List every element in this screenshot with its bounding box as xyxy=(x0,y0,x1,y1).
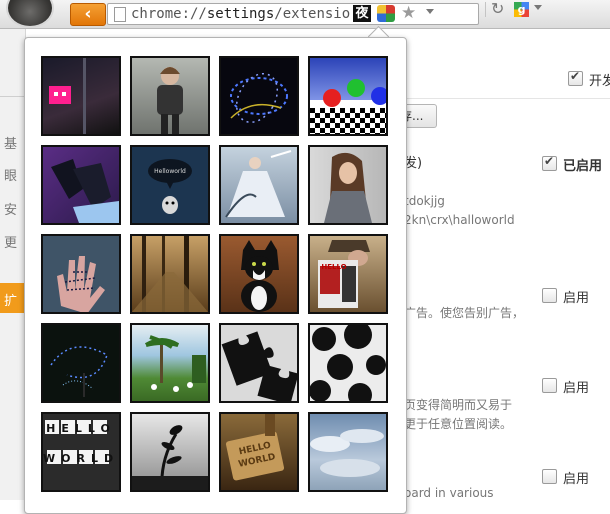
extension-description-2a: 页变得简明而又易于 xyxy=(404,398,513,412)
thumbnail-rgb-spheres[interactable] xyxy=(308,56,388,136)
extension-description-3: oard in various xyxy=(404,486,494,500)
nav-item-extensions-label: 扩 xyxy=(4,294,18,309)
profile-avatar[interactable] xyxy=(6,0,54,28)
back-button[interactable]: ‹ xyxy=(70,3,106,26)
extension-description-2b: 更于任意位置阅读。 xyxy=(404,417,513,431)
address-bar[interactable]: chrome://settings/extensior 夜 ★ xyxy=(107,3,479,25)
enable-checkbox-1[interactable] xyxy=(542,288,557,303)
enable-label-1: 启用 xyxy=(563,291,590,306)
google-search-icon[interactable]: g xyxy=(514,2,529,17)
thumbnail-speech-bubble-bird[interactable]: Helloworld xyxy=(130,145,210,225)
reload-icon[interactable]: ↻ xyxy=(491,0,504,19)
thumbnail-hello-world-stamp[interactable]: HELLO WORLD xyxy=(219,412,299,492)
keyboard-word-hello: HELLO xyxy=(46,422,116,435)
enable-label-2: 启用 xyxy=(563,381,590,396)
thumbnail-bride-fantasy[interactable] xyxy=(219,145,299,225)
bookmark-dropdown-caret-icon[interactable] xyxy=(426,9,434,14)
nav-item-extensions-active[interactable]: 扩 xyxy=(0,283,25,313)
search-engine-caret-icon[interactable] xyxy=(534,5,542,10)
url-scheme: chrome:// xyxy=(131,6,207,22)
nav-item-view[interactable]: 眼 xyxy=(4,165,17,184)
nav-item-basics[interactable]: 基 xyxy=(4,133,17,152)
extension-description-1: 广告。使您告别广告， xyxy=(404,306,525,320)
developer-mode-label: 开发 xyxy=(589,74,610,89)
thumbnail-polka-dots[interactable] xyxy=(308,323,388,403)
enable-checkbox-3[interactable] xyxy=(542,469,557,484)
developer-mode-checkbox[interactable] xyxy=(568,69,583,86)
speech-bubble-text: Helloworld xyxy=(154,168,186,175)
thumbnail-plant-silhouette[interactable] xyxy=(130,412,210,492)
url-host: settings xyxy=(206,6,275,22)
image-gallery-extension-icon[interactable] xyxy=(377,5,395,22)
night-mode-extension-icon[interactable]: 夜 xyxy=(353,5,371,22)
bookmark-star-icon[interactable]: ★ xyxy=(401,3,416,23)
browser-toolbar: ‹ chrome://settings/extensior 夜 ★ ↻ g xyxy=(0,0,610,29)
url-text[interactable]: chrome://settings/extensior xyxy=(131,5,351,23)
extension-id: tdokjjg xyxy=(404,194,445,208)
keyboard-word-world: WORLD xyxy=(43,452,120,465)
url-path: /extensior xyxy=(274,6,351,22)
thumbnail-forest-path[interactable] xyxy=(130,234,210,314)
thumbnail-keyboard-hello[interactable]: HELLO WORLD xyxy=(41,412,121,492)
enable-checkbox-2[interactable] xyxy=(542,378,557,393)
nav-separator xyxy=(0,96,25,97)
thumbnail-light-swirl[interactable] xyxy=(219,56,299,136)
page-icon xyxy=(114,7,126,22)
enabled-label: 已启用 xyxy=(563,159,603,174)
thumbnail-boots[interactable] xyxy=(41,145,121,225)
thumbnail-magazine-reader[interactable]: HELLO xyxy=(308,234,388,314)
thumbnail-black-white-cat[interactable] xyxy=(219,234,299,314)
image-gallery-popup: Helloworld HELLO HELLO WORLD HELLO WORLD xyxy=(24,37,407,514)
enable-label-3: 启用 xyxy=(563,472,590,487)
thumbnail-hand-writing[interactable] xyxy=(41,234,121,314)
extension-enabled-checkbox[interactable] xyxy=(542,154,557,171)
nav-item-security[interactable]: 安 xyxy=(4,199,17,218)
thumbnail-girl-portrait[interactable] xyxy=(308,145,388,225)
thumbnail-boy-portrait[interactable] xyxy=(130,56,210,136)
thumbnail-pink-robot[interactable] xyxy=(41,56,121,136)
thumbnail-palm-trees[interactable] xyxy=(130,323,210,403)
thumbnail-puzzle-pieces[interactable] xyxy=(219,323,299,403)
magazine-title-text: HELLO xyxy=(321,263,347,271)
section-divider xyxy=(404,98,610,99)
settings-sidebar: 基 眼 安 更 扩 xyxy=(0,29,26,500)
extension-path: 2kn\crx\halloworld xyxy=(404,213,515,227)
thumbnail-light-trails[interactable] xyxy=(41,323,121,403)
thumbnail-cloudy-sky[interactable] xyxy=(308,412,388,492)
toolbar-divider xyxy=(485,2,486,17)
nav-item-more[interactable]: 更 xyxy=(4,232,17,251)
